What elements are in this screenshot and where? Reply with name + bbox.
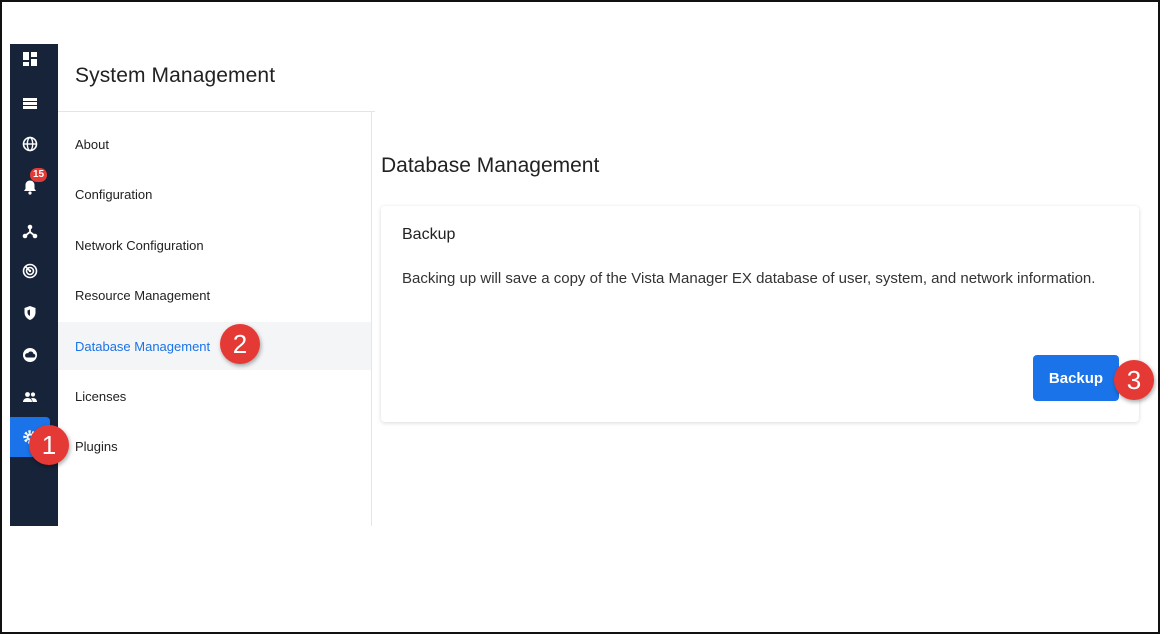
network-icon[interactable] [10, 216, 50, 246]
step-callout-3: 3 [1114, 360, 1154, 400]
alert-count-badge: 15 [30, 168, 47, 182]
page-title: System Management [75, 64, 276, 87]
radar-icon[interactable] [10, 256, 50, 286]
subnav-item-label: Configuration [75, 186, 153, 202]
subnav-item-plugins[interactable]: Plugins [58, 422, 371, 470]
subnav-item-resource-management[interactable]: Resource Management [58, 271, 371, 319]
backup-button[interactable]: Backup [1033, 355, 1119, 401]
backup-card: Backup Backing up will save a copy of th… [381, 206, 1139, 422]
dashboard-icon[interactable] [10, 44, 50, 74]
section-title: Database Management [381, 154, 600, 177]
users-icon[interactable] [10, 382, 50, 412]
settings-subnav: About Configuration Network Configuratio… [58, 112, 372, 526]
subnav-item-network-configuration[interactable]: Network Configuration [58, 221, 371, 269]
cloud-icon[interactable] [10, 340, 50, 370]
shield-icon[interactable] [10, 298, 50, 328]
subnav-item-label: Resource Management [75, 287, 211, 303]
screenshot-frame: 15 System Management About Configuration… [0, 0, 1160, 634]
subnav-item-label: Licenses [75, 388, 127, 404]
app-window: 15 System Management About Configuration… [10, 44, 1158, 526]
subnav-item-about[interactable]: About [58, 120, 371, 168]
alerts-button[interactable]: 15 [10, 168, 50, 202]
subnav-item-label: Network Configuration [75, 237, 204, 253]
subnav-item-label: About [75, 136, 109, 152]
globe-icon[interactable] [10, 129, 50, 159]
card-description: Backing up will save a copy of the Vista… [402, 270, 1096, 287]
subnav-item-database-management[interactable]: Database Management [58, 322, 371, 370]
subnav-item-licenses[interactable]: Licenses [58, 372, 371, 420]
step-callout-1: 1 [29, 425, 69, 465]
subnav-item-label: Database Management [75, 338, 211, 354]
list-icon[interactable] [10, 88, 50, 118]
subnav-item-configuration[interactable]: Configuration [58, 170, 371, 218]
card-title: Backup [402, 226, 456, 243]
step-callout-2: 2 [220, 324, 260, 364]
